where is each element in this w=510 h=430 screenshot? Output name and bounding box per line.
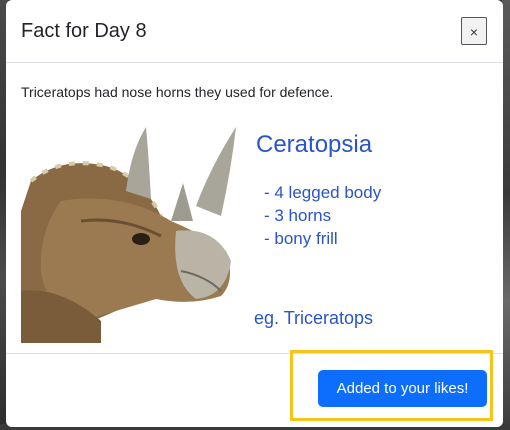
modal-body: Triceratops had nose horns they used for… xyxy=(6,63,503,354)
image-heading: Ceratopsia xyxy=(256,131,373,158)
image-example: eg. Triceratops xyxy=(254,308,374,328)
image-item-frill: - bony frill xyxy=(264,229,338,248)
modal-footer: Added to your likes! xyxy=(6,354,503,427)
close-button[interactable]: × xyxy=(461,17,487,45)
fact-modal: Fact for Day 8 × Triceratops had nose ho… xyxy=(6,0,503,427)
image-item-legs: - 4 legged body xyxy=(264,183,382,202)
triceratops-illustration xyxy=(21,127,236,343)
modal-header: Fact for Day 8 × xyxy=(6,0,503,63)
modal-title: Fact for Day 8 xyxy=(21,20,147,42)
image-item-horns: - 3 horns xyxy=(264,206,332,225)
page-backdrop-right xyxy=(502,0,510,430)
added-to-likes-button[interactable]: Added to your likes! xyxy=(318,370,487,407)
fact-text: Triceratops had nose horns they used for… xyxy=(21,84,334,100)
fact-image: Ceratopsia - 4 legged body - 3 horns - b… xyxy=(21,121,391,343)
